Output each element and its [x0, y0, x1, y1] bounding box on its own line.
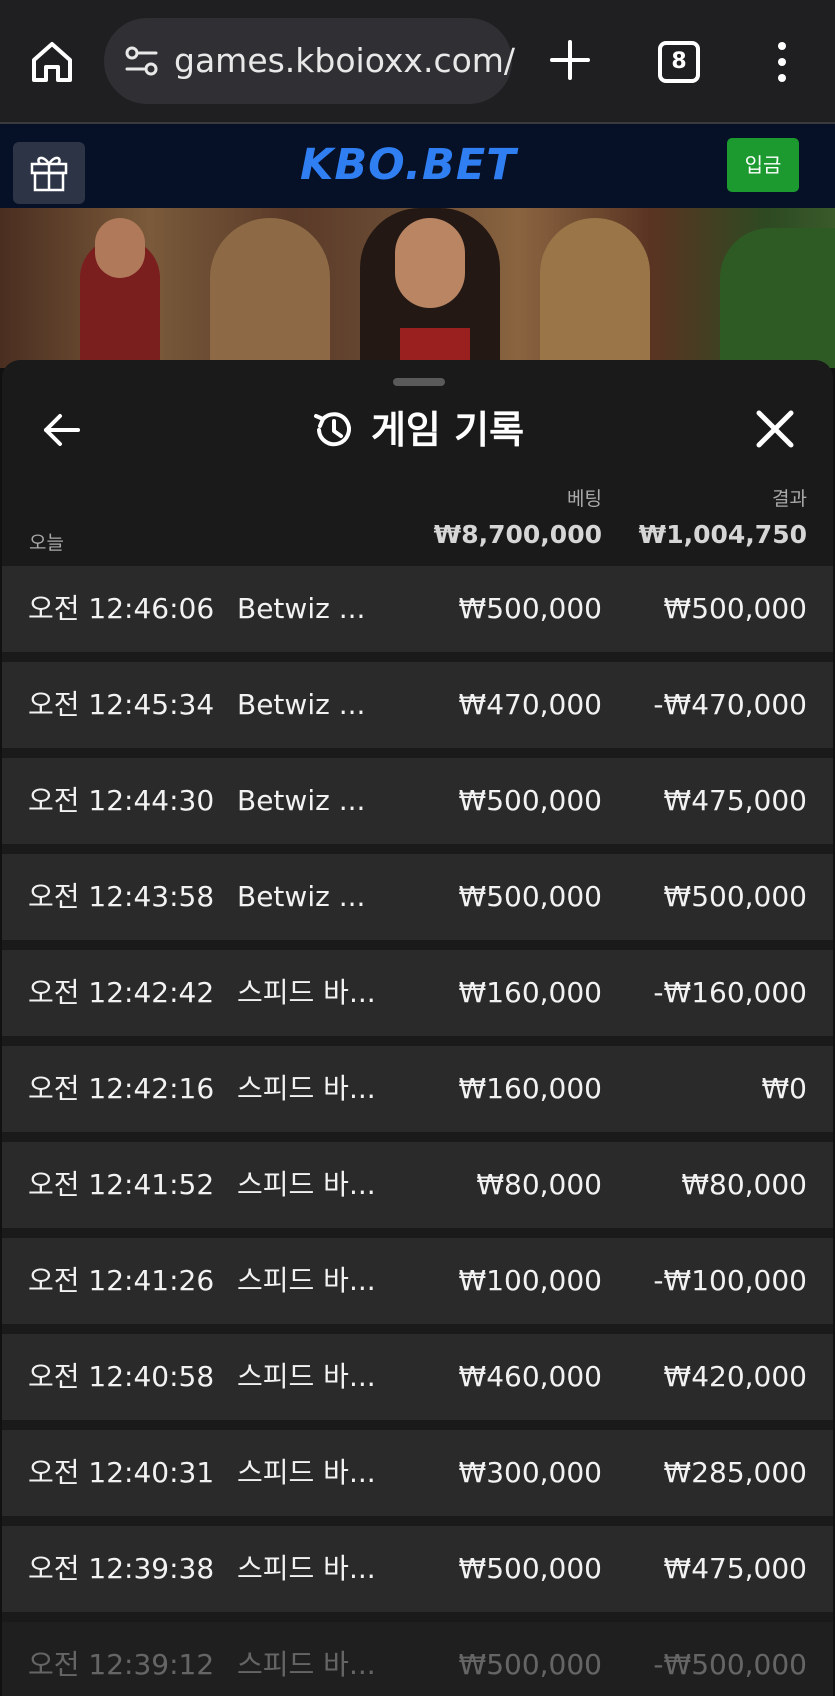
row-result: ₩500,000	[663, 880, 807, 913]
row-result: ₩500,000	[663, 592, 807, 625]
row-time: 오전 12:44:30	[28, 784, 215, 817]
result-total: ₩1,004,750	[638, 520, 807, 549]
row-result: ₩475,000	[663, 1552, 807, 1585]
row-time: 오전 12:39:38	[28, 1552, 215, 1585]
sheet-header: 게임 기록	[2, 400, 833, 460]
row-bet: ₩500,000	[458, 592, 602, 625]
row-bet: ₩300,000	[458, 1456, 602, 1489]
row-time: 오전 12:46:06	[28, 592, 215, 625]
history-row[interactable]: 오전 12:41:52 스피드 바... ₩80,000 ₩80,000	[2, 1142, 833, 1228]
date-group-label: 오늘	[29, 532, 64, 554]
site-logo[interactable]: KBO.BET	[300, 140, 517, 190]
address-bar[interactable]: games.kboioxx.com/	[104, 18, 515, 104]
row-time: 오전 12:41:26	[28, 1264, 215, 1297]
row-result: ₩0	[761, 1072, 808, 1105]
row-result: ₩420,000	[663, 1360, 807, 1393]
plus-icon[interactable]	[548, 38, 592, 82]
row-game: 스피드 바...	[237, 1168, 376, 1201]
row-result: -₩500,000	[653, 1648, 807, 1681]
history-list: 오전 12:46:06 Betwiz ... ₩500,000 ₩500,000…	[2, 566, 833, 1696]
row-game: 스피드 바...	[237, 1360, 376, 1393]
tabs-icon[interactable]: 8	[658, 41, 700, 83]
row-game: Betwiz ...	[237, 592, 366, 625]
history-row[interactable]: 오전 12:39:12 스피드 바... ₩500,000 -₩500,000	[2, 1622, 833, 1696]
deposit-button[interactable]: 입금	[727, 138, 799, 192]
drag-handle[interactable]	[393, 378, 445, 386]
home-icon[interactable]	[28, 38, 76, 86]
history-row[interactable]: 오전 12:40:31 스피드 바... ₩300,000 ₩285,000	[2, 1430, 833, 1516]
row-time: 오전 12:40:58	[28, 1360, 215, 1393]
row-time: 오전 12:43:58	[28, 880, 215, 913]
row-game: Betwiz ...	[237, 784, 366, 817]
url-text[interactable]: games.kboioxx.com/	[174, 40, 515, 82]
row-time: 오전 12:45:34	[28, 688, 215, 721]
row-game: 스피드 바...	[237, 976, 376, 1009]
live-video	[0, 208, 835, 368]
row-time: 오전 12:39:12	[28, 1648, 215, 1681]
row-bet: ₩500,000	[458, 784, 602, 817]
history-row[interactable]: 오전 12:39:38 스피드 바... ₩500,000 ₩475,000	[2, 1526, 833, 1612]
page-title: 게임 기록	[370, 408, 525, 452]
history-row[interactable]: 오전 12:41:26 스피드 바... ₩100,000 -₩100,000	[2, 1238, 833, 1324]
row-bet: ₩160,000	[458, 1072, 602, 1105]
row-bet: ₩500,000	[458, 880, 602, 913]
result-column-label: 결과	[772, 488, 807, 510]
row-result: -₩160,000	[653, 976, 807, 1009]
bet-total: ₩8,700,000	[433, 520, 602, 549]
history-row[interactable]: 오전 12:44:30 Betwiz ... ₩500,000 ₩475,000	[2, 758, 833, 844]
row-bet: ₩500,000	[458, 1552, 602, 1585]
gift-icon	[30, 156, 68, 192]
more-vert-icon[interactable]	[770, 40, 794, 84]
history-icon	[313, 412, 351, 447]
history-row[interactable]: 오전 12:45:34 Betwiz ... ₩470,000 -₩470,00…	[2, 662, 833, 748]
row-game: 스피드 바...	[237, 1456, 376, 1489]
row-bet: ₩80,000	[476, 1168, 602, 1201]
history-row[interactable]: 오전 12:42:42 스피드 바... ₩160,000 -₩160,000	[2, 950, 833, 1036]
row-time: 오전 12:42:16	[28, 1072, 215, 1105]
row-result: ₩80,000	[681, 1168, 807, 1201]
site-header: KBO.BET	[0, 124, 835, 208]
browser-toolbar: games.kboioxx.com/ 8	[0, 0, 835, 124]
row-game: Betwiz ...	[237, 688, 366, 721]
row-result: ₩475,000	[663, 784, 807, 817]
bet-column-label: 베팅	[567, 488, 602, 510]
row-bet: ₩470,000	[458, 688, 602, 721]
row-bet: ₩500,000	[458, 1648, 602, 1681]
history-row[interactable]: 오전 12:42:16 스피드 바... ₩160,000 ₩0	[2, 1046, 833, 1132]
site-settings-icon[interactable]	[124, 44, 160, 78]
row-time: 오전 12:41:52	[28, 1168, 215, 1201]
row-game: 스피드 바...	[237, 1264, 376, 1297]
row-time: 오전 12:40:31	[28, 1456, 215, 1489]
row-bet: ₩160,000	[458, 976, 602, 1009]
close-icon[interactable]	[754, 408, 796, 450]
row-result: -₩100,000	[653, 1264, 807, 1297]
row-game: 스피드 바...	[237, 1648, 376, 1681]
row-result: -₩470,000	[653, 688, 807, 721]
row-game: 스피드 바...	[237, 1072, 376, 1105]
row-bet: ₩460,000	[458, 1360, 602, 1393]
row-game: Betwiz ...	[237, 880, 366, 913]
row-time: 오전 12:42:42	[28, 976, 215, 1009]
game-history-sheet: 게임 기록 베팅 결과 오늘 ₩8,700,000 ₩1,004,750 오전 …	[2, 360, 833, 1696]
gift-button[interactable]	[13, 142, 85, 204]
row-result: ₩285,000	[663, 1456, 807, 1489]
history-row[interactable]: 오전 12:40:58 스피드 바... ₩460,000 ₩420,000	[2, 1334, 833, 1420]
row-bet: ₩100,000	[458, 1264, 602, 1297]
history-row[interactable]: 오전 12:43:58 Betwiz ... ₩500,000 ₩500,000	[2, 854, 833, 940]
history-row[interactable]: 오전 12:46:06 Betwiz ... ₩500,000 ₩500,000	[2, 566, 833, 652]
row-game: 스피드 바...	[237, 1552, 376, 1585]
